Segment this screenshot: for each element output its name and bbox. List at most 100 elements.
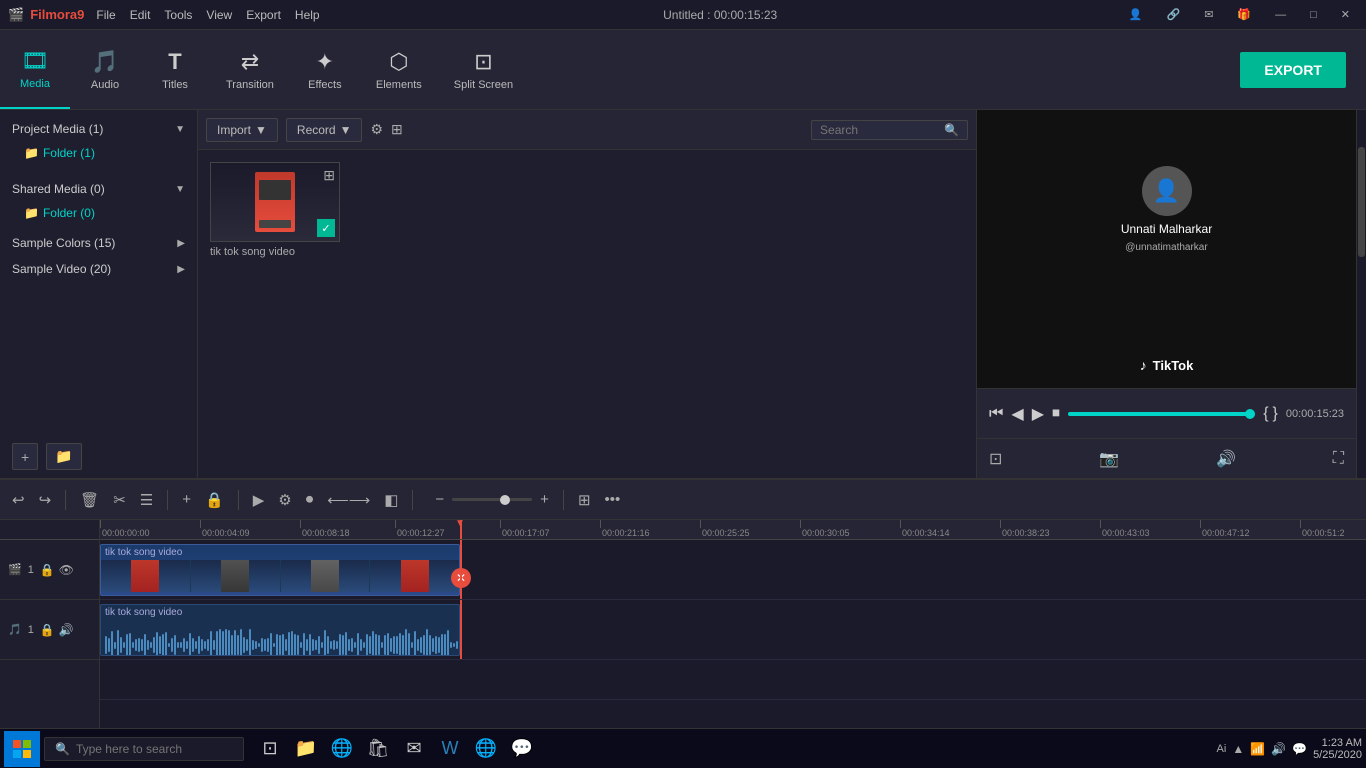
add-media-button[interactable]: + [12,443,38,470]
timeline-settings-button[interactable]: ⚙ [274,487,295,513]
audio-track-lock[interactable]: 🔒 [40,623,55,637]
ai-label[interactable]: Ai [1217,743,1227,755]
account-btn[interactable]: 👤 [1121,6,1151,23]
play-head-button[interactable]: ▶ [249,487,269,513]
menu-export[interactable]: Export [246,8,281,22]
import-folder-button[interactable]: 📁 [46,443,81,470]
taskbar-file-explorer[interactable]: 📁 [288,731,324,767]
expand-button[interactable]: ⛶ [1333,450,1344,468]
menu-help[interactable]: Help [295,8,320,22]
gift-btn[interactable]: 🎁 [1229,6,1259,23]
menu-file[interactable]: File [96,8,115,22]
right-scrollbar[interactable] [1356,110,1366,478]
waveform-bar [294,634,296,657]
taskbar-word[interactable]: W [432,731,468,767]
waveform-bar [327,636,329,654]
store-icon: 🛍 [367,738,390,759]
prev-frame-button[interactable]: ◀ [1011,404,1023,424]
tray-up-icon[interactable]: ▲ [1232,742,1244,756]
volume-button[interactable]: 🔊 [1216,449,1236,469]
undo-button[interactable]: ↩ [8,487,29,513]
toolbar-split-screen[interactable]: ⊡ Split Screen [438,30,529,109]
lock-track-button[interactable]: 🔒 [201,487,228,513]
taskbar-app[interactable]: 💬 [504,731,540,767]
taskbar-mail[interactable]: ✉ [396,731,432,767]
tiktok-logo-text: TikTok [1153,358,1194,373]
preview-progress-bar[interactable] [1068,412,1255,416]
timeline-view-button[interactable]: ⊞ [574,487,595,513]
audio-label: Audio [91,79,119,91]
cut-clip-button[interactable]: ✂ [109,487,130,513]
menu-edit[interactable]: Edit [130,8,151,22]
export-button[interactable]: EXPORT [1240,52,1346,88]
waveform-bar [144,634,146,656]
cut-marker[interactable]: ✕ [451,568,471,588]
tiktok-preview: 👤 Unnati Malharkar @unnatimatharkar ♪ Ti… [977,110,1356,388]
toolbar-transition[interactable]: ⇄ Transition [210,30,290,109]
notification-icon[interactable]: 💬 [1292,742,1307,756]
taskbar-chrome[interactable]: 🌐 [468,731,504,767]
taskbar-store[interactable]: 🛍 [360,731,396,767]
media-item-tiktok[interactable]: ⊞ ✓ tik tok song video [210,162,340,258]
audio-clip[interactable]: tik tok song video [100,604,460,656]
sidebar-item-sample-video[interactable]: Sample Video (20) ▶ [0,256,197,282]
toolbar-media[interactable]: 🎞 Media [0,30,70,109]
minimize-btn[interactable]: — [1267,6,1294,23]
taskbar-search-input[interactable] [76,742,233,756]
menu-tools[interactable]: Tools [164,8,192,22]
waveform-bar [183,638,185,652]
link-btn[interactable]: 🔗 [1159,6,1189,23]
network-icon[interactable]: 📶 [1250,742,1265,756]
delete-clip-button[interactable]: 🗑 [76,487,103,513]
taskbar-clock[interactable]: 1:23 AM 5/25/2020 [1313,737,1362,761]
sidebar-folder-1[interactable]: 📁 Folder (1) [0,142,197,164]
zoom-in-button[interactable]: + [536,487,553,512]
snap-button[interactable]: ⟵⟶ [323,487,374,513]
toolbar-elements[interactable]: ⬡ Elements [360,30,438,109]
zoom-slider[interactable] [452,498,532,501]
taskbar-task-view[interactable]: ⊡ [252,731,288,767]
start-button[interactable] [4,731,40,767]
sidebar-item-shared-media[interactable]: Shared Media (0) ▼ [0,176,197,202]
menu-view[interactable]: View [206,8,232,22]
audio-track-mute[interactable]: 🔊 [59,623,74,637]
fullscreen-button[interactable]: ⊡ [989,449,1002,469]
stop-button[interactable]: ⏹ [1052,405,1060,423]
add-track-button[interactable]: + [178,487,195,512]
zoom-out-button[interactable]: − [431,487,448,512]
video-track-eye[interactable]: 👁 [59,563,74,577]
toolbar-audio[interactable]: 🎵 Audio [70,30,140,109]
mail-btn[interactable]: ✉ [1196,6,1221,23]
ruler-tick [700,520,701,528]
preview-bottom-bar: ⊡ 📷 🔊 ⛶ [977,438,1356,478]
import-button[interactable]: Import ▼ [206,118,278,142]
taskbar-search-box[interactable]: 🔍 [44,737,244,761]
timeline-more-button[interactable]: ••• [601,487,625,512]
search-input[interactable] [820,123,940,137]
video-clip[interactable]: tik tok song video [100,544,460,596]
record-button[interactable]: Record ▼ [286,118,363,142]
snapshot-button[interactable]: 📷 [1099,449,1119,469]
maximize-btn[interactable]: □ [1302,6,1325,23]
overlay-button[interactable]: ◧ [380,487,402,513]
play-button[interactable]: ▶ [1032,404,1044,424]
volume-tray-icon[interactable]: 🔊 [1271,742,1286,756]
grid-layout-icon[interactable]: ⊞ [391,121,403,138]
sidebar-folder-2[interactable]: 📁 Folder (0) [0,202,197,224]
rewind-button[interactable]: ⏮ [989,405,1003,423]
sidebar-item-project-media[interactable]: Project Media (1) ▼ [0,116,197,142]
properties-button[interactable]: ☰ [136,487,157,513]
record-timeline-button[interactable]: ⏺ [302,487,318,512]
video-track-lock[interactable]: 🔒 [40,563,55,577]
waveform-bar [300,642,302,648]
sidebar-item-sample-colors[interactable]: Sample Colors (15) ▶ [0,230,197,256]
filter-icon[interactable]: ⚙ [370,121,383,138]
app-name: Filmora9 [30,7,84,22]
waveform-bar [123,642,125,648]
toolbar-effects[interactable]: ✦ Effects [290,30,360,109]
close-btn[interactable]: ✕ [1333,6,1358,23]
redo-button[interactable]: ↪ [35,487,56,513]
taskbar-edge[interactable]: 🌐 [324,731,360,767]
waveform-bar [393,636,395,653]
toolbar-titles[interactable]: T Titles [140,30,210,109]
